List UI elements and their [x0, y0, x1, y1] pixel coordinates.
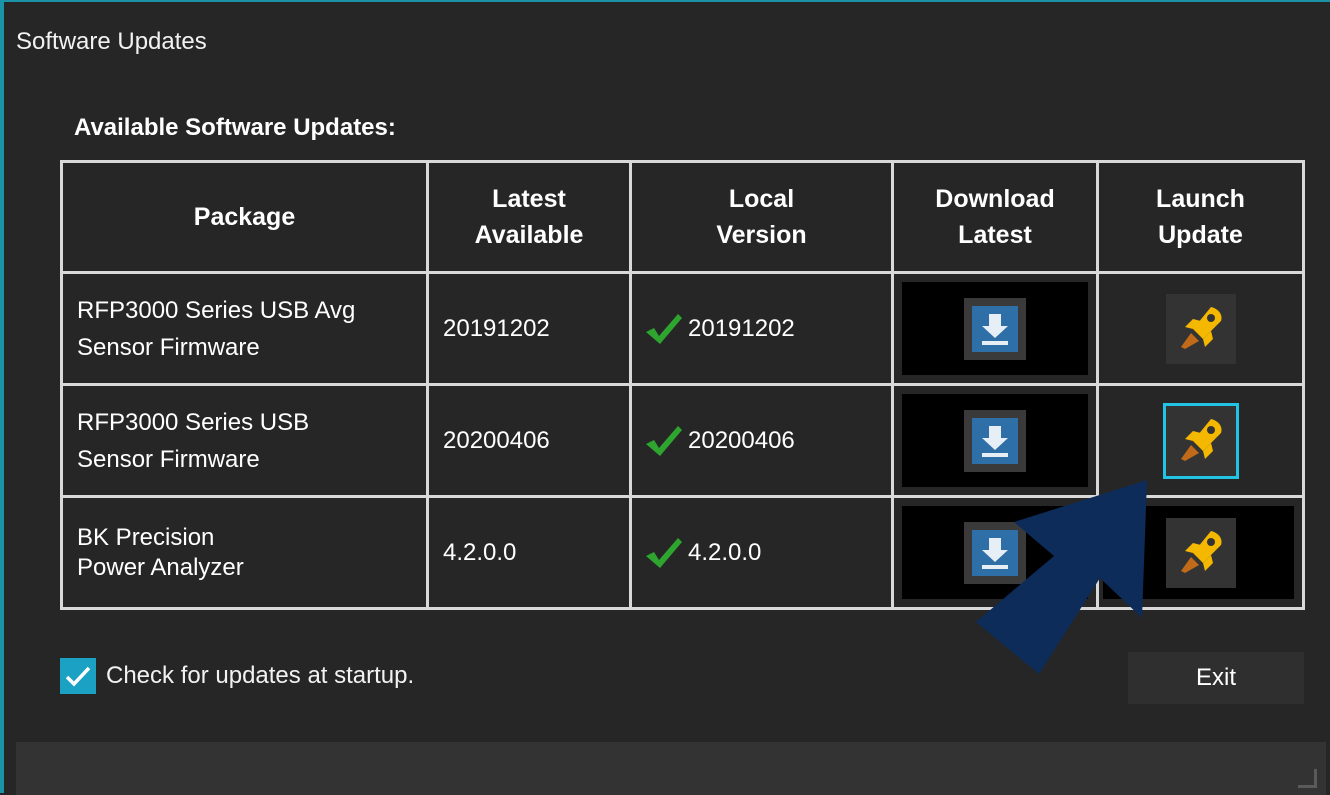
rocket-icon [1180, 306, 1222, 349]
download-button[interactable] [964, 297, 1026, 360]
checkmark-icon [646, 537, 682, 568]
local-version: 20191202 [688, 314, 795, 342]
package-name: BK Precision Power Analyzer [60, 495, 429, 610]
section-heading: Available Software Updates: [74, 114, 396, 141]
launch-cell [1096, 271, 1305, 386]
exit-button[interactable]: Exit [1128, 652, 1304, 704]
launch-update-button[interactable] [1165, 517, 1236, 588]
checkmark-icon [646, 313, 682, 344]
package-name: RFP3000 Series USB Avg Sensor Firmware [60, 271, 429, 386]
table-row: RFP3000 Series USB Avg Sensor Firmware 20… [60, 271, 1305, 386]
resize-grip-icon[interactable] [1294, 765, 1318, 789]
startup-checkbox-label: Check for updates at startup. [106, 662, 415, 689]
header-latest-available: Latest Available [426, 160, 632, 274]
latest-version: 4.2.0.0 [426, 495, 632, 610]
download-cell [891, 271, 1099, 386]
software-updates-window: Software Updates Available Software Upda… [0, 0, 1330, 795]
checkmark-icon [646, 425, 682, 456]
window-title: Software Updates [16, 28, 207, 55]
latest-version: 20200406 [426, 383, 632, 498]
rocket-icon [1180, 530, 1222, 573]
local-version-cell: 20200406 [629, 383, 894, 498]
latest-version: 20191202 [426, 271, 632, 386]
startup-check-option[interactable]: Check for updates at startup. [60, 658, 414, 694]
header-package: Package [60, 160, 429, 274]
header-local-version: Local Version [629, 160, 894, 274]
header-download-latest: Download Latest [891, 160, 1099, 274]
startup-checkbox[interactable] [60, 658, 96, 694]
checkmark-icon [65, 666, 91, 687]
rocket-icon [1180, 418, 1222, 461]
download-button[interactable] [964, 409, 1026, 472]
download-icon [972, 417, 1018, 464]
launch-update-button[interactable] [1165, 293, 1236, 364]
status-bar [16, 742, 1326, 795]
local-version-cell: 20191202 [629, 271, 894, 386]
local-version: 4.2.0.0 [688, 538, 762, 566]
local-version-cell: 4.2.0.0 [629, 495, 894, 610]
download-area [902, 282, 1088, 375]
package-name: RFP3000 Series USB Sensor Firmware [60, 383, 429, 498]
table-header-row: Package Latest Available Local Version Dow… [60, 160, 1305, 274]
pointer-arrow-icon [976, 480, 1147, 674]
download-icon [972, 305, 1018, 352]
launch-update-button[interactable] [1162, 402, 1239, 479]
local-version: 20200406 [688, 426, 795, 454]
header-launch-update: Launch Update [1096, 160, 1305, 274]
